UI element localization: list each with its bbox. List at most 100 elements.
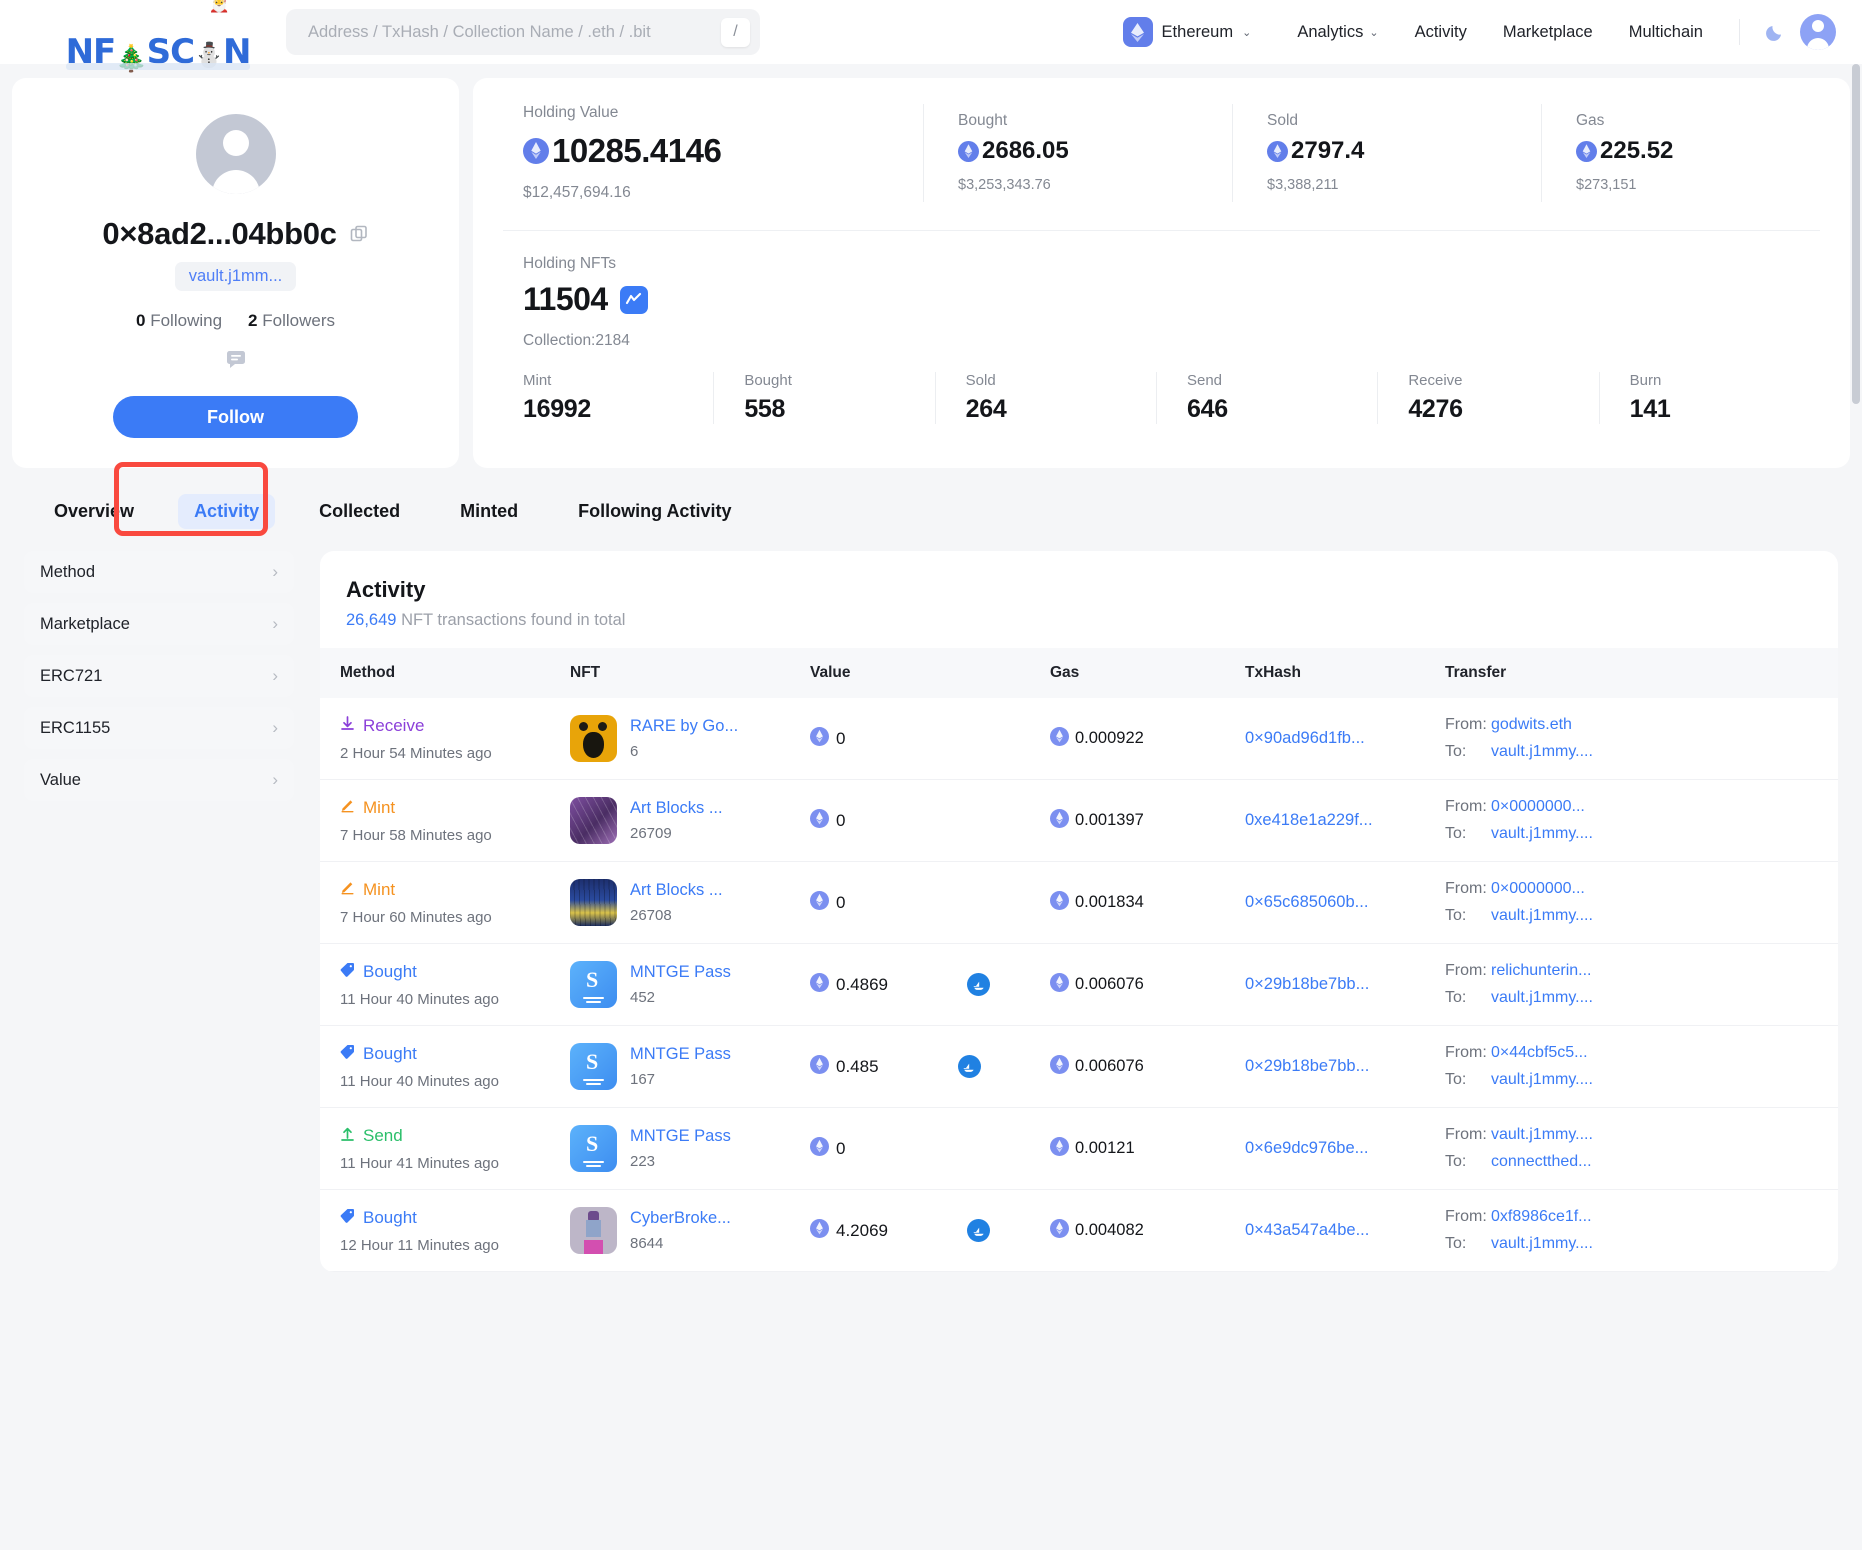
txhash-link[interactable]: 0×43a547a4be...: [1245, 1221, 1369, 1239]
scrollbar-thumb[interactable]: [1852, 64, 1860, 404]
tab-collected[interactable]: Collected: [303, 494, 416, 529]
txhash-link[interactable]: 0×29b18be7bb...: [1245, 975, 1369, 993]
opensea-icon[interactable]: [967, 1219, 990, 1242]
transfer-from-value[interactable]: vault.j1mmy....: [1491, 1126, 1593, 1144]
moon-icon[interactable]: [1754, 21, 1796, 43]
nft-thumbnail[interactable]: [570, 1207, 617, 1254]
followers-stat[interactable]: 2 Followers: [248, 311, 335, 331]
transfer-from-value[interactable]: 0×0000000...: [1491, 798, 1585, 816]
nft-thumbnail[interactable]: S: [570, 1043, 617, 1090]
method-badge[interactable]: Bought: [340, 962, 570, 982]
tab-minted[interactable]: Minted: [444, 494, 534, 529]
tab-following-activity[interactable]: Following Activity: [562, 494, 747, 529]
txhash-link[interactable]: 0xe418e1a229f...: [1245, 811, 1373, 829]
filter-value[interactable]: Value ›: [24, 759, 294, 801]
table-row[interactable]: Bought 11 Hour 40 Minutes ago S MNTGE Pa…: [320, 1026, 1838, 1108]
nft-name-link[interactable]: Art Blocks ...: [630, 799, 723, 818]
nft-name-link[interactable]: Art Blocks ...: [630, 881, 723, 900]
table-row[interactable]: Bought 12 Hour 11 Minutes ago CyberBroke…: [320, 1190, 1838, 1272]
opensea-icon[interactable]: [967, 973, 990, 996]
value-amount: 4.2069: [836, 1221, 888, 1241]
table-row[interactable]: Mint 7 Hour 60 Minutes ago Art Blocks ..…: [320, 862, 1838, 944]
transfer-from-value[interactable]: 0×0000000...: [1491, 880, 1585, 898]
follow-button[interactable]: Follow: [113, 396, 358, 438]
value-amount: 0.4869: [836, 975, 888, 995]
activity-count-suffix: NFT transactions found in total: [401, 611, 625, 629]
followers-count: 2: [248, 311, 257, 330]
nft-name-link[interactable]: MNTGE Pass: [630, 963, 731, 982]
tab-activity[interactable]: Activity: [178, 494, 275, 529]
transfer-to-value[interactable]: vault.j1mmy....: [1491, 825, 1593, 843]
holding-value-amount: 10285.4146: [523, 132, 893, 170]
marketplace-icon-wrap[interactable]: [958, 1055, 981, 1078]
transfer-to-label: To:: [1445, 1235, 1481, 1253]
filter-erc721[interactable]: ERC721 ›: [24, 655, 294, 697]
copy-icon[interactable]: [349, 224, 369, 244]
method-badge[interactable]: Bought: [340, 1044, 570, 1064]
chain-selector[interactable]: Ethereum ⌄: [1117, 11, 1262, 53]
filter-marketplace[interactable]: Marketplace ›: [24, 603, 294, 645]
transfer-from-value[interactable]: 0xf8986ce1f...: [1491, 1208, 1592, 1226]
table-row[interactable]: Send 11 Hour 41 Minutes ago S MNTGE Pass…: [320, 1108, 1838, 1190]
nft-thumbnail[interactable]: [570, 715, 617, 762]
nft-name-link[interactable]: MNTGE Pass: [630, 1045, 731, 1064]
transfer-to-value[interactable]: vault.j1mmy....: [1491, 1235, 1593, 1253]
cell-value: 0: [810, 1108, 1050, 1190]
santa-hat-icon: 🎅: [209, 0, 229, 14]
nft-name-link[interactable]: MNTGE Pass: [630, 1127, 731, 1146]
nft-thumbnail[interactable]: S: [570, 1125, 617, 1172]
txhash-link[interactable]: 0×90ad96d1fb...: [1245, 729, 1365, 747]
nft-thumbnail[interactable]: [570, 879, 617, 926]
following-stat[interactable]: 0 Following: [136, 311, 222, 331]
transfer-to-value[interactable]: vault.j1mmy....: [1491, 907, 1593, 925]
method-badge[interactable]: Bought: [340, 1208, 570, 1228]
txhash-link[interactable]: 0×29b18be7bb...: [1245, 1057, 1369, 1075]
txhash-link[interactable]: 0×65c685060b...: [1245, 893, 1368, 911]
nft-token-id: 223: [630, 1153, 731, 1170]
transfer-to-value[interactable]: vault.j1mmy....: [1491, 743, 1593, 761]
transfer-from-value[interactable]: 0×44cbf5c5...: [1491, 1044, 1588, 1062]
col-header-nft: NFT: [570, 648, 810, 698]
cell-transfer: From:vault.j1mmy.... To:connectthed...: [1445, 1108, 1838, 1190]
ens-name-pill[interactable]: vault.j1mm...: [175, 262, 297, 291]
nft-thumbnail[interactable]: S: [570, 961, 617, 1008]
transfer-to-value[interactable]: vault.j1mmy....: [1491, 989, 1593, 1007]
table-row[interactable]: Receive 2 Hour 54 Minutes ago RARE by Go…: [320, 698, 1838, 780]
nav-multichain[interactable]: Multichain: [1611, 23, 1721, 42]
transfer-to-value[interactable]: connectthed...: [1491, 1153, 1592, 1171]
nft-thumbnail[interactable]: [570, 797, 617, 844]
opensea-icon[interactable]: [958, 1055, 981, 1078]
transfer-from-value[interactable]: godwits.eth: [1491, 716, 1572, 734]
tab-overview[interactable]: Overview: [38, 494, 150, 529]
transfer-to-value[interactable]: vault.j1mmy....: [1491, 1071, 1593, 1089]
avatar[interactable]: [1796, 14, 1832, 50]
table-row[interactable]: Bought 11 Hour 40 Minutes ago S MNTGE Pa…: [320, 944, 1838, 1026]
method-badge[interactable]: Mint: [340, 797, 570, 818]
page-scrollbar[interactable]: [1851, 64, 1861, 1550]
txhash-link[interactable]: 0×6e9dc976be...: [1245, 1139, 1368, 1157]
line-chart-icon[interactable]: [620, 286, 648, 314]
method-badge[interactable]: Mint: [340, 879, 570, 900]
marketplace-icon-wrap[interactable]: [967, 973, 990, 996]
global-search[interactable]: /: [286, 9, 760, 55]
message-icon[interactable]: [223, 347, 249, 378]
nft-name-link[interactable]: RARE by Go...: [630, 717, 738, 736]
marketplace-icon-wrap[interactable]: [967, 1219, 990, 1242]
nftscan-logo[interactable]: NF 🎄 SC 🎅 ⛄ N: [72, 10, 244, 54]
method-timestamp: 11 Hour 41 Minutes ago: [340, 1155, 570, 1172]
method-badge[interactable]: Send: [340, 1125, 570, 1146]
nav-analytics[interactable]: Analytics ⌄: [1279, 23, 1396, 42]
table-row[interactable]: Mint 7 Hour 58 Minutes ago Art Blocks ..…: [320, 780, 1838, 862]
filter-erc1155[interactable]: ERC1155 ›: [24, 707, 294, 749]
transfer-to-label: To:: [1445, 907, 1481, 925]
nav-activity[interactable]: Activity: [1397, 23, 1485, 42]
transfer-from-value[interactable]: relichunterin...: [1491, 962, 1592, 980]
nav-marketplace[interactable]: Marketplace: [1485, 23, 1611, 42]
search-input[interactable]: [308, 23, 721, 42]
stat-gas-label: Gas: [1576, 112, 1850, 130]
chevron-down-icon: ⌄: [1242, 26, 1251, 39]
holding-value-label: Holding Value: [523, 104, 893, 122]
filter-method[interactable]: Method ›: [24, 551, 294, 593]
nft-name-link[interactable]: CyberBroke...: [630, 1209, 731, 1228]
method-badge[interactable]: Receive: [340, 715, 570, 736]
